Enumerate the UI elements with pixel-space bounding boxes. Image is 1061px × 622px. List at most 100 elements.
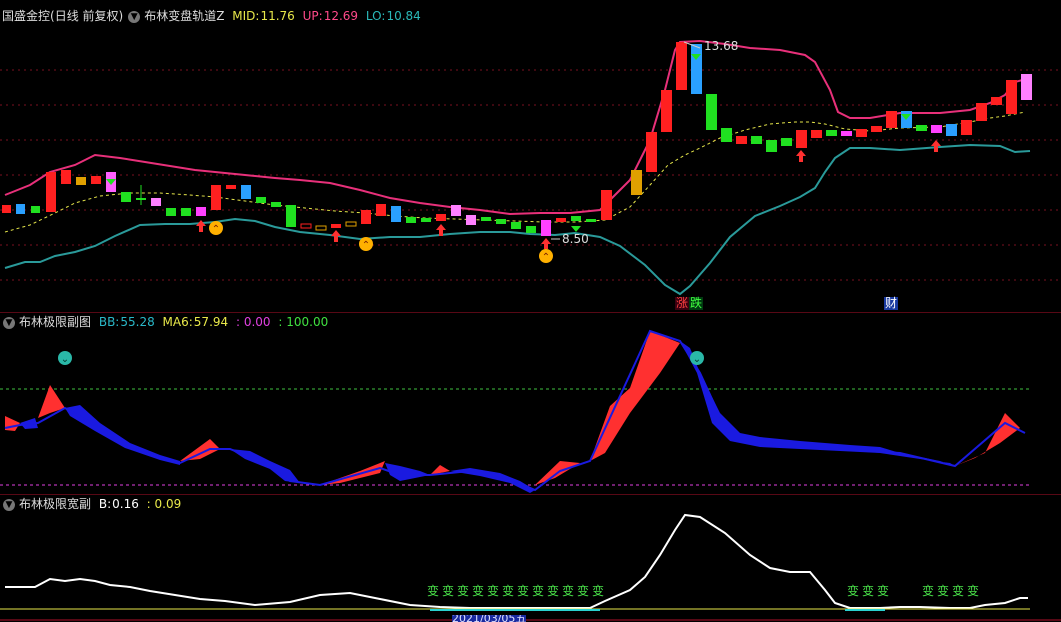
bian-marker: 变 — [937, 584, 950, 598]
up-arrow-icon — [334, 236, 338, 242]
candle — [901, 111, 912, 128]
bb-width-panel[interactable]: ▼ 布林极限宽副 B:0.16 : 0.09 变 变 变 变 变 变 变 变 变 … — [0, 495, 1061, 622]
bian-marker: 变 — [442, 584, 455, 598]
up-arrow-icon — [541, 238, 551, 244]
up-arrow-icon — [199, 226, 203, 232]
bb-down-fills — [20, 341, 955, 493]
candle — [991, 97, 1002, 105]
candle — [76, 177, 86, 185]
candle — [751, 136, 762, 144]
candle — [136, 198, 146, 200]
bian-marker: 变 — [517, 584, 530, 598]
candle — [436, 214, 446, 221]
tag-cai: 财 — [884, 296, 899, 310]
candle — [451, 205, 461, 216]
candle — [361, 210, 371, 224]
bian-marker: 变 — [502, 584, 515, 598]
candle — [886, 111, 897, 128]
candle — [796, 130, 807, 148]
candle — [781, 138, 792, 146]
candle — [676, 42, 687, 90]
main-chart-panel[interactable]: 国盛金控(日线 前复权) ▼ 布林变盘轨道Z MID:11.76 UP:12.69 … — [0, 0, 1061, 313]
up-arrow-icon — [799, 156, 803, 162]
candle — [541, 220, 551, 236]
candle — [315, 225, 327, 231]
candle — [856, 129, 867, 137]
candle — [736, 136, 747, 144]
candle — [391, 206, 401, 222]
bian-marker: 变 — [967, 584, 980, 598]
bb-width-canvas — [0, 513, 1061, 621]
candle — [661, 90, 672, 132]
low-price-marker: 8.50 — [562, 232, 589, 246]
candle — [826, 130, 837, 136]
candle — [646, 132, 657, 172]
candle — [571, 216, 581, 221]
candle — [631, 170, 642, 195]
candle — [766, 140, 777, 152]
candle — [526, 226, 536, 233]
candle — [31, 206, 40, 213]
candle — [376, 204, 386, 216]
candle — [286, 205, 296, 227]
candle — [841, 131, 852, 136]
candle — [2, 205, 11, 213]
circle-markers: ⌃ ⌃ ⌃ — [209, 221, 553, 263]
bian-marker: 变 — [877, 584, 890, 598]
up-arrow-icon — [544, 244, 548, 249]
candle — [226, 185, 236, 189]
up-arrow-icon — [934, 146, 938, 152]
candle — [46, 172, 56, 212]
circle-down-icon: ⌄ — [693, 354, 701, 365]
candle — [931, 125, 942, 133]
up-arrow-icon — [931, 140, 941, 146]
candle — [976, 103, 987, 121]
candle — [466, 215, 476, 225]
candle — [916, 125, 927, 131]
candlesticks — [2, 42, 1032, 236]
candle — [601, 190, 612, 220]
up-arrow-icon — [436, 224, 446, 230]
candle — [1021, 74, 1032, 100]
candle — [166, 208, 176, 216]
candle — [211, 185, 221, 210]
tag-die: 跌 — [689, 296, 704, 310]
candle — [496, 219, 506, 224]
candle — [556, 218, 566, 222]
candle — [871, 126, 882, 132]
candle — [345, 221, 357, 227]
candle — [706, 94, 717, 130]
candle — [511, 222, 521, 229]
lower-band-line — [4, 143, 1031, 296]
bian-marker: 变 — [562, 584, 575, 598]
tag-zhang: 涨 — [675, 296, 690, 310]
bian-marker: 变 — [922, 584, 935, 598]
candle — [691, 44, 702, 94]
bb-limit-canvas: ⌄ ⌄ — [0, 329, 1061, 495]
bian-marker: 变 — [592, 584, 605, 598]
bian-marker: 变 — [862, 584, 875, 598]
candle — [256, 197, 266, 203]
bb-limit-panel[interactable]: ▼ 布林极限副图 BB:55.28 MA6:57.94 : 0.00 : 100.… — [0, 313, 1061, 495]
candle — [721, 128, 732, 142]
candle — [61, 170, 71, 184]
candle — [181, 208, 191, 216]
bian-marker: 变 — [847, 584, 860, 598]
main-chart-canvas: ⌃ ⌃ ⌃ — [0, 39, 1061, 313]
candle — [16, 204, 25, 214]
up-arrow-icon — [331, 230, 341, 236]
bian-marker: 变 — [577, 584, 590, 598]
candle — [946, 124, 957, 136]
up-arrow-icon — [796, 150, 806, 156]
candle — [331, 224, 341, 228]
cursor-date-label: 2021/03/05五 — [452, 615, 527, 622]
candle — [961, 120, 972, 135]
bb-up-fills — [5, 331, 1020, 485]
candle — [481, 217, 491, 221]
candle — [91, 176, 101, 184]
circle-up-icon: ⌃ — [542, 252, 550, 263]
bian-marker: 变 — [427, 584, 440, 598]
candle — [196, 207, 206, 216]
candle — [406, 217, 416, 223]
candle — [300, 223, 312, 229]
